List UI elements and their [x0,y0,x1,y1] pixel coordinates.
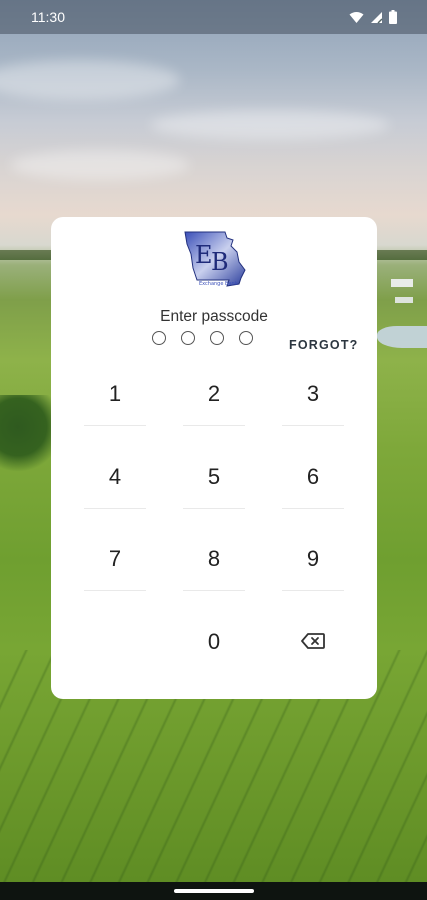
passcode-dot [239,331,253,345]
keypad-divider [282,590,344,591]
navigation-bar [0,882,427,900]
svg-text:E: E [195,241,213,269]
keypad-key-5[interactable]: 5 [183,446,245,508]
status-icons [349,10,397,29]
passcode-dot [210,331,224,345]
keypad-key-6[interactable]: 6 [282,446,344,508]
keypad-divider [282,508,344,509]
keypad-key-0[interactable]: 0 [183,611,245,673]
passcode-dots [152,331,253,345]
app-screen: 11:30 E B Exchange Bank Enter passcode F… [0,0,427,900]
keypad-key-8[interactable]: 8 [183,528,245,590]
background-cloud [0,60,180,100]
keypad-key-7[interactable]: 7 [84,528,146,590]
keypad-divider [84,508,146,509]
keypad-divider [183,425,245,426]
keypad-divider [282,425,344,426]
keypad-key-1[interactable]: 1 [84,363,146,425]
home-gesture-handle[interactable] [174,889,254,893]
keypad-divider [183,508,245,509]
wifi-icon [349,11,364,29]
battery-icon [389,10,397,29]
exchange-bank-logo-icon: E B Exchange Bank [183,230,247,288]
keypad-key-3[interactable]: 3 [282,363,344,425]
background-building [395,297,413,303]
keypad-divider [84,425,146,426]
keypad-divider [84,590,146,591]
keypad-key-4[interactable]: 4 [84,446,146,508]
backspace-button[interactable] [282,611,344,673]
passcode-dot [181,331,195,345]
forgot-passcode-link[interactable]: FORGOT? [289,338,359,352]
background-building [391,279,413,287]
background-pond [377,326,427,348]
svg-text:B: B [211,248,229,276]
keypad-key-2[interactable]: 2 [183,363,245,425]
keypad-key-9[interactable]: 9 [282,528,344,590]
status-time: 11:30 [31,9,65,25]
svg-text:Exchange Bank: Exchange Bank [199,281,238,287]
passcode-card: E B Exchange Bank Enter passcode FORGOT?… [51,217,377,699]
status-bar: 11:30 [0,0,427,34]
background-cloud [10,150,190,180]
passcode-prompt: Enter passcode [160,308,268,325]
passcode-dot [152,331,166,345]
signal-icon [370,11,383,29]
background-cloud [150,110,390,140]
keypad-divider [183,590,245,591]
backspace-icon [301,629,325,655]
